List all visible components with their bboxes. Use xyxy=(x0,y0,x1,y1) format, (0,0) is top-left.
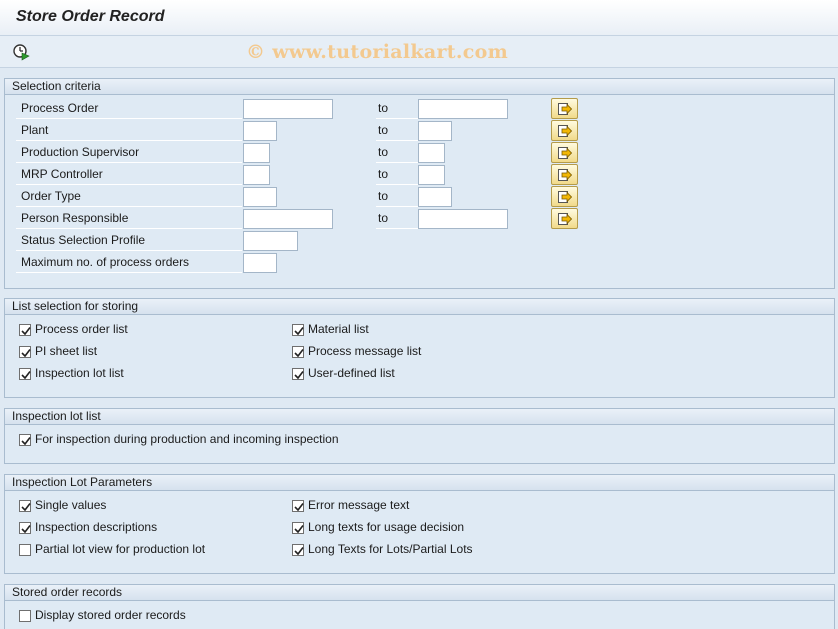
checkbox-checked-icon[interactable] xyxy=(19,324,31,336)
checkbox-label: Inspection descriptions xyxy=(35,520,158,534)
inspection-lot-list-group: Inspection lot list For inspection durin… xyxy=(4,408,835,464)
checkbox-pi-sheet-list[interactable]: PI sheet list xyxy=(19,343,97,361)
list-selection-group: List selection for storing Process order… xyxy=(4,298,835,398)
checkbox-material-list[interactable]: Material list xyxy=(292,321,369,339)
checkbox-checked-icon[interactable] xyxy=(19,522,31,534)
mrp-controller-multiple-selection-button[interactable] xyxy=(551,164,578,185)
checkbox-error-message-text[interactable]: Error message text xyxy=(292,497,409,515)
multiple-selection-arrow-icon xyxy=(558,213,572,225)
group-title: Inspection Lot Parameters xyxy=(5,475,834,491)
production-supervisor-from-input[interactable] xyxy=(243,143,270,163)
clock-execute-icon[interactable] xyxy=(12,43,30,61)
checkbox-checked-icon[interactable] xyxy=(292,522,304,534)
checkbox-checked-icon[interactable] xyxy=(292,346,304,358)
checkbox-checked-icon[interactable] xyxy=(19,368,31,380)
order-type-from-input[interactable] xyxy=(243,187,277,207)
checkbox-label: Inspection lot list xyxy=(35,366,124,380)
checkbox-label: Process order list xyxy=(35,322,128,336)
title-bar: Store Order Record xyxy=(0,0,838,36)
group-title: Selection criteria xyxy=(5,79,834,95)
to-label: to xyxy=(376,143,418,163)
checkbox-checked-icon[interactable] xyxy=(292,368,304,380)
checkbox-label: Display stored order records xyxy=(35,608,186,622)
mrp-controller-label: MRP Controller xyxy=(16,165,242,185)
mrp-controller-from-input[interactable] xyxy=(243,165,270,185)
multiple-selection-arrow-icon xyxy=(558,147,572,159)
plant-from-input[interactable] xyxy=(243,121,277,141)
checkbox-display-stored-order-records[interactable]: Display stored order records xyxy=(19,607,186,625)
page-title: Store Order Record xyxy=(16,8,165,25)
order-type-to-input[interactable] xyxy=(418,187,452,207)
checkbox-process-order-list[interactable]: Process order list xyxy=(19,321,128,339)
inspection-lot-parameters-group: Inspection Lot Parameters Single values E… xyxy=(4,474,835,574)
checkbox-label: Long texts for usage decision xyxy=(308,520,465,534)
checkbox-inspection-lot-list[interactable]: Inspection lot list xyxy=(19,365,124,383)
plant-multiple-selection-button[interactable] xyxy=(551,120,578,141)
to-label: to xyxy=(376,209,418,229)
checkbox-label: Single values xyxy=(35,498,107,512)
checkbox-label: PI sheet list xyxy=(35,344,98,358)
group-title: List selection for storing xyxy=(5,299,834,315)
to-label: to xyxy=(376,99,418,119)
watermark: © www.tutorialkart.com xyxy=(246,41,509,63)
checkbox-for-inspection-during-production-and-incoming-inspection[interactable]: For inspection during production and inc… xyxy=(19,431,339,449)
checkbox-single-values[interactable]: Single values xyxy=(19,497,106,515)
multiple-selection-arrow-icon xyxy=(558,191,572,203)
production-supervisor-multiple-selection-button[interactable] xyxy=(551,142,578,163)
checkbox-label: Material list xyxy=(308,322,369,336)
person-responsible-multiple-selection-button[interactable] xyxy=(551,208,578,229)
plant-to-input[interactable] xyxy=(418,121,452,141)
checkbox-unchecked-icon[interactable] xyxy=(19,610,31,622)
production-supervisor-to-input[interactable] xyxy=(418,143,445,163)
checkbox-checked-icon[interactable] xyxy=(19,434,31,446)
person-responsible-to-input[interactable] xyxy=(418,209,508,229)
checkbox-checked-icon[interactable] xyxy=(292,500,304,512)
to-label: to xyxy=(376,121,418,141)
max-process-orders-input[interactable] xyxy=(243,253,277,273)
max-process-orders-label: Maximum no. of process orders xyxy=(16,253,242,273)
checkbox-user-defined-list[interactable]: User-defined list xyxy=(292,365,395,383)
checkbox-checked-icon[interactable] xyxy=(19,500,31,512)
stored-order-records-group: Stored order records Display stored orde… xyxy=(4,584,835,629)
status-selection-profile-input[interactable] xyxy=(243,231,298,251)
checkbox-label: Partial lot view for production lot xyxy=(35,542,206,556)
multiple-selection-arrow-icon xyxy=(558,125,572,137)
person-responsible-from-input[interactable] xyxy=(243,209,333,229)
production-supervisor-label: Production Supervisor xyxy=(16,143,242,163)
checkbox-inspection-descriptions[interactable]: Inspection descriptions xyxy=(19,519,157,537)
checkbox-process-message-list[interactable]: Process message list xyxy=(292,343,421,361)
status-selection-profile-label: Status Selection Profile xyxy=(16,231,242,251)
checkbox-label: For inspection during production and inc… xyxy=(35,432,339,446)
order-type-multiple-selection-button[interactable] xyxy=(551,186,578,207)
order-type-label: Order Type xyxy=(16,187,242,207)
checkbox-label: Process message list xyxy=(308,344,422,358)
checkbox-label: Error message text xyxy=(308,498,410,512)
process-order-label: Process Order xyxy=(16,99,242,119)
person-responsible-label: Person Responsible xyxy=(16,209,242,229)
process-order-to-input[interactable] xyxy=(418,99,508,119)
checkbox-checked-icon[interactable] xyxy=(292,324,304,336)
selection-criteria-group: Selection criteria Process Order to Plan… xyxy=(4,78,835,289)
checkbox-label: Long Texts for Lots/Partial Lots xyxy=(308,542,473,556)
to-label: to xyxy=(376,165,418,185)
plant-label: Plant xyxy=(16,121,242,141)
multiple-selection-arrow-icon xyxy=(558,103,572,115)
process-order-multiple-selection-button[interactable] xyxy=(551,98,578,119)
checkbox-checked-icon[interactable] xyxy=(292,544,304,556)
mrp-controller-to-input[interactable] xyxy=(418,165,445,185)
checkbox-unchecked-icon[interactable] xyxy=(19,544,31,556)
group-title: Inspection lot list xyxy=(5,409,834,425)
to-label: to xyxy=(376,187,418,207)
checkbox-long-texts-for-usage-decision[interactable]: Long texts for usage decision xyxy=(292,519,464,537)
group-title: Stored order records xyxy=(5,585,834,601)
multiple-selection-arrow-icon xyxy=(558,169,572,181)
checkbox-label: User-defined list xyxy=(308,366,395,380)
checkbox-long-texts-for-lots-partial-lots[interactable]: Long Texts for Lots/Partial Lots xyxy=(292,541,473,559)
checkbox-partial-lot-view-for-production-lot[interactable]: Partial lot view for production lot xyxy=(19,541,205,559)
checkbox-checked-icon[interactable] xyxy=(19,346,31,358)
process-order-from-input[interactable] xyxy=(243,99,333,119)
